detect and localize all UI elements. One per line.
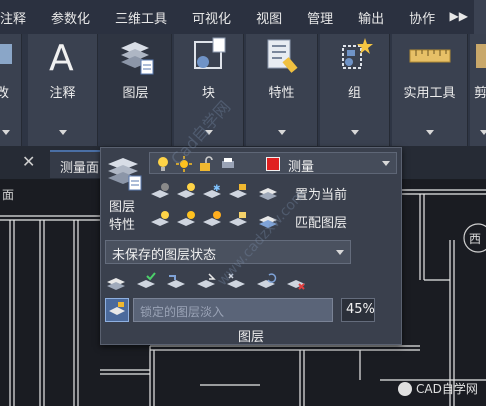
locked-layer-fade-row: 锁定的图层淡入 45%: [105, 298, 399, 322]
brand-logo: CAD自学网: [398, 380, 478, 397]
layer-panel-footer[interactable]: 图层: [101, 326, 401, 345]
ribbon-modify-panel[interactable]: 改: [0, 34, 22, 146]
ribbon-utilities-panel[interactable]: 实用工具: [392, 34, 468, 146]
annotation-A-icon: A: [46, 36, 80, 80]
menu-annotate[interactable]: 注释: [0, 8, 26, 27]
group-icon: [335, 36, 375, 80]
ribbon-clipboard-arrow[interactable]: [480, 130, 486, 135]
layer-color-swatch[interactable]: [266, 157, 280, 171]
layer-copy-icon[interactable]: [195, 272, 217, 292]
ribbon-modify-label: 改: [0, 86, 10, 101]
layer-on-icon[interactable]: [149, 210, 171, 230]
ribbon-clipboard-label: 剪: [474, 86, 486, 101]
layer-isolate-icon[interactable]: [175, 182, 197, 202]
ribbon-group-arrow[interactable]: [350, 130, 359, 135]
brand-logo-icon: [398, 381, 412, 396]
layer-unlock-icon[interactable]: [227, 210, 249, 230]
locked-layer-fade-slider[interactable]: 锁定的图层淡入: [133, 298, 333, 322]
svg-text:✱: ✱: [213, 184, 221, 194]
ribbon-clipboard-panel[interactable]: 剪: [470, 34, 486, 146]
brand-logo-text: CAD自学网: [416, 382, 478, 396]
layer-tools-row-3: [105, 272, 311, 292]
lightbulb-icon[interactable]: [156, 156, 170, 176]
clipboard-icon: [474, 40, 486, 76]
menu-output[interactable]: 输出: [358, 8, 384, 27]
ribbon-group-label: 组: [347, 86, 361, 101]
ribbon-properties-arrow[interactable]: [277, 130, 286, 135]
ribbon-layers-panel[interactable]: 图层: [100, 34, 172, 146]
layer-move-icon[interactable]: [255, 272, 277, 292]
printer-icon[interactable]: [220, 156, 236, 176]
lock-open-icon[interactable]: [198, 156, 214, 176]
layer-state-value: 未保存的图层状态: [112, 248, 217, 263]
ribbon-layers-label: 图层: [122, 86, 149, 101]
layer-merge-icon[interactable]: [165, 272, 187, 292]
ribbon-annotation-arrow[interactable]: [58, 130, 67, 135]
locked-fade-toggle-icon[interactable]: [105, 298, 129, 322]
layer-properties-label-1[interactable]: 图层: [109, 196, 135, 215]
layers-icon: [117, 38, 155, 82]
ruler-icon: [408, 42, 452, 76]
make-current-icon[interactable]: [257, 182, 279, 202]
ribbon-block-label: 块: [201, 86, 215, 101]
menu-collaborate[interactable]: 协作: [409, 8, 435, 27]
match-layer-button[interactable]: 匹配图层: [295, 212, 347, 231]
layer-lock-icon[interactable]: [227, 182, 249, 202]
layer-tools-row-1: ✱: [149, 182, 283, 202]
menu-parametric[interactable]: 参数化: [51, 8, 90, 27]
ribbon-group-panel[interactable]: 组: [320, 34, 390, 146]
layer-previous-icon[interactable]: [105, 272, 127, 292]
menu-3d-tools[interactable]: 三维工具: [115, 8, 167, 27]
ribbon: 改 A 注释 图层 块 特性 组 实用工具 剪: [0, 34, 486, 146]
layer-properties-label-2[interactable]: 特性: [109, 214, 135, 233]
ribbon-utilities-label: 实用工具: [403, 86, 456, 101]
canvas-left-label: 面: [2, 188, 15, 202]
close-tab-button[interactable]: ✕: [22, 152, 35, 171]
ribbon-modify-arrow[interactable]: [1, 130, 10, 135]
north-compass-label: 西: [469, 232, 482, 246]
layer-freeze-icon[interactable]: ✱: [201, 182, 223, 202]
locked-layer-fade-text: 锁定的图层淡入: [140, 305, 225, 319]
app-window: 注释 参数化 三维工具 可视化 视图 管理 输出 协作 ▶▶ 改 A 注释 图层…: [0, 0, 486, 406]
more-menu-button[interactable]: ▶▶: [450, 9, 468, 23]
svg-text:A: A: [49, 38, 74, 76]
ribbon-utilities-arrow[interactable]: [425, 130, 434, 135]
ribbon-annotation-panel[interactable]: A 注释: [28, 34, 98, 146]
modify-icon: [0, 38, 18, 74]
layer-off-icon[interactable]: [149, 182, 171, 202]
fade-percent-field[interactable]: 45%: [341, 298, 375, 322]
ribbon-properties-label: 特性: [268, 86, 295, 101]
layer-properties-icon[interactable]: [105, 154, 145, 198]
layer-state-dropdown[interactable]: 未保存的图层状态: [105, 240, 351, 264]
layer-dropdown-arrow[interactable]: [382, 161, 390, 166]
layer-delete-icon[interactable]: [285, 272, 307, 292]
menu-scroll[interactable]: [474, 0, 486, 34]
layer-state-arrow[interactable]: [336, 250, 344, 255]
menu-view[interactable]: 视图: [256, 8, 282, 27]
properties-icon: [262, 36, 302, 80]
menu-visualize[interactable]: 可视化: [192, 8, 231, 27]
block-icon: [189, 36, 229, 80]
ribbon-annotation-label: 注释: [49, 86, 76, 101]
layer-walk-icon[interactable]: [135, 272, 157, 292]
ribbon-properties-panel[interactable]: 特性: [246, 34, 318, 146]
layer-thaw-icon[interactable]: [201, 210, 223, 230]
menu-bar: 注释 参数化 三维工具 可视化 视图 管理 输出 协作 ▶▶: [0, 0, 486, 34]
menu-manage[interactable]: 管理: [307, 8, 333, 27]
layer-unisolate-icon[interactable]: [175, 210, 197, 230]
current-layer-name: 测量: [288, 160, 315, 175]
